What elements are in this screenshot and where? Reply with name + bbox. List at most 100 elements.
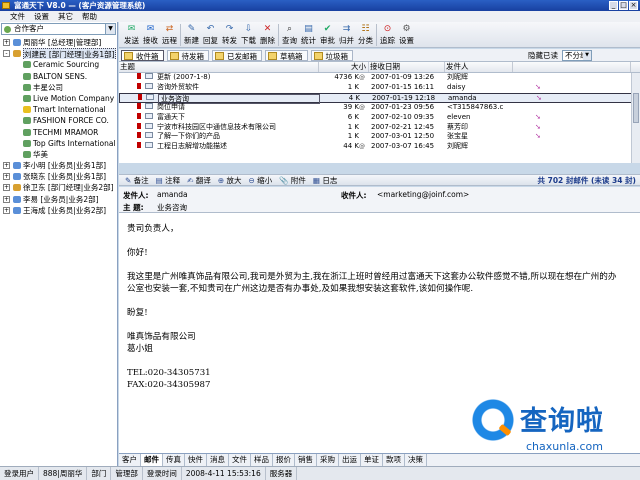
tree-node[interactable]: + 李小明 [业务员|业务1部] — [1, 160, 117, 171]
toolbar-button-2[interactable]: ⇄ 远程 — [160, 22, 179, 48]
toolbar-button-3[interactable]: ✎ 新建 — [182, 22, 201, 48]
toolbar-button-9[interactable]: ▤ 统计 — [299, 22, 318, 48]
tree-node[interactable]: TECHMI MRAMOR — [1, 127, 117, 138]
message-tool-5[interactable]: 📎 附件 — [279, 175, 306, 185]
toolbar-button-1[interactable]: ✉ 接收 — [141, 22, 160, 48]
module-tab[interactable]: 样品 — [251, 454, 273, 466]
expand-icon[interactable]: + — [3, 39, 10, 46]
tree-node[interactable]: + 张晓东 [业务员|业务1部] — [1, 171, 117, 182]
folder-tab[interactable]: 收件箱 — [121, 50, 164, 61]
table-row[interactable]: 了解一下你们的产品 1 K 2007-03-01 12:50 张宝星 ➘ — [119, 132, 640, 142]
folder-tab[interactable]: 待发箱 — [166, 50, 209, 61]
column-sender[interactable]: 发件人 — [445, 62, 513, 72]
message-tool-2[interactable]: ✍ 翻译 — [187, 175, 211, 185]
to-value[interactable]: <marketing@joinf.com> — [377, 190, 469, 199]
tree-node[interactable]: 华美 — [1, 149, 117, 160]
toolbar-button-4[interactable]: ↶ 回复 — [201, 22, 220, 48]
minimize-button[interactable]: _ — [609, 1, 618, 10]
maximize-button[interactable]: □ — [619, 1, 628, 10]
column-subject[interactable]: 主题 — [119, 62, 319, 72]
module-tab[interactable]: 单证 — [361, 454, 383, 466]
menu-settings[interactable]: 设置 — [34, 11, 49, 22]
column-size[interactable]: 大小 — [319, 62, 369, 72]
toolbar-button-12[interactable]: ☷ 分类 — [356, 22, 375, 48]
tree-node-label: Live Motion Company — [33, 93, 115, 103]
table-row[interactable]: 更新 (2007-1-8) @4736 K 2007-01-09 13:26 刘昵辉 — [119, 73, 640, 83]
message-tool-4[interactable]: ⊖ 缩小 — [249, 175, 273, 185]
folder-tab[interactable]: 垃圾箱 — [310, 50, 353, 61]
tree-node[interactable]: + 王海成 [业务员|业务2部] — [1, 205, 117, 216]
collapse-icon[interactable]: - — [3, 50, 10, 58]
module-tab[interactable]: 传真 — [163, 454, 185, 466]
toolbar-button-8[interactable]: ⌕ 查询 — [280, 22, 299, 48]
toolbar-button-11[interactable]: ⇉ 归并 — [337, 22, 356, 48]
message-tool-1[interactable]: ▤ 注释 — [156, 175, 180, 185]
close-button[interactable]: × — [629, 1, 638, 10]
mail-list-scrollbar[interactable] — [631, 73, 640, 163]
toolbar-button-0[interactable]: ✉ 发送 — [122, 22, 141, 48]
tree-node[interactable]: 丰星公司 — [1, 82, 117, 93]
toolbar-button-13[interactable]: ⊙ 追踪 — [378, 22, 397, 48]
tree-node[interactable]: Ceramic Sourcing — [1, 59, 117, 70]
table-row[interactable]: 岗位申请 @39 K 2007-01-23 09:56 <T315847863.c — [119, 102, 640, 113]
tree-node[interactable]: + 周丽华 [总经理|管理部] — [1, 37, 117, 48]
customer-icon — [23, 150, 31, 158]
customer-icon — [23, 139, 31, 147]
toolbar-button-10[interactable]: ✔ 审批 — [318, 22, 337, 48]
tree-node[interactable]: FASHION FORCE CO. — [1, 115, 117, 126]
group-select[interactable]: 不分组 ▼ — [562, 50, 592, 61]
cell-date: 2007-03-07 16:45 — [371, 142, 435, 151]
chevron-down-icon[interactable]: ▼ — [583, 51, 591, 60]
scrollbar-thumb[interactable] — [633, 93, 639, 123]
folder-tab[interactable]: 草稿箱 — [265, 50, 308, 61]
tree-node[interactable]: + 徐卫东 [部门经理|业务2部] — [1, 182, 117, 193]
folder-tab[interactable]: 已发邮箱 — [212, 50, 262, 61]
column-date[interactable]: 接收日期 — [369, 62, 445, 72]
module-tab[interactable]: 快件 — [185, 454, 207, 466]
tree-node[interactable]: + 李易 [业务员|业务2部] — [1, 194, 117, 205]
module-tab[interactable]: 决策 — [405, 454, 427, 466]
menu-other[interactable]: 其它 — [58, 11, 73, 22]
module-tab[interactable]: 文件 — [229, 454, 251, 466]
table-row[interactable]: 工程日志解增功能描述 @44 K 2007-03-07 16:45 刘昵辉 — [119, 142, 640, 152]
reply-arrow-icon: ➘ — [535, 122, 541, 131]
module-tab[interactable]: 出运 — [339, 454, 361, 466]
toolbar-button-14[interactable]: ⚙ 设置 — [397, 22, 416, 48]
module-tab[interactable]: 客户 — [119, 454, 141, 466]
module-tab[interactable]: 邮件 — [141, 454, 163, 466]
tree-node[interactable]: Top Gifts International — [1, 138, 117, 149]
priority-flag-icon — [137, 112, 141, 119]
expand-icon[interactable]: + — [3, 162, 10, 170]
expand-icon[interactable]: + — [3, 173, 10, 181]
expand-icon[interactable]: + — [3, 195, 10, 203]
expand-icon[interactable]: + — [3, 184, 10, 192]
table-row[interactable]: 咨询外贸软件 1 K 2007-01-15 16:11 daisy ➘ — [119, 82, 640, 93]
tree-node[interactable]: Tmart International — [1, 104, 117, 115]
menu-file[interactable]: 文件 — [10, 11, 25, 22]
message-tool-6[interactable]: ▦ 日志 — [313, 175, 337, 185]
from-value[interactable]: amanda — [157, 190, 188, 199]
customer-type-select[interactable]: 合作客户 ▼ — [1, 23, 116, 35]
tree-node[interactable]: BALTON SENS. — [1, 71, 117, 82]
menu-help[interactable]: 帮助 — [82, 11, 97, 22]
expand-icon[interactable]: + — [3, 206, 10, 214]
chevron-down-icon[interactable]: ▼ — [105, 24, 115, 34]
tree-node[interactable]: - 刘建民 [部门经理|业务1部] — [1, 48, 117, 60]
toolbar-button-5[interactable]: ↷ 转发 — [220, 22, 239, 48]
table-row[interactable]: 富通天下 6 K 2007-02-10 09:35 eleven ➘ — [119, 112, 640, 123]
module-tab[interactable]: 报价 — [273, 454, 295, 466]
module-tab[interactable]: 消息 — [207, 454, 229, 466]
toolbar-button-7[interactable]: ✕ 删除 — [258, 22, 277, 48]
cell-size: 1 K — [347, 82, 359, 91]
module-tab[interactable]: 采购 — [317, 454, 339, 466]
table-row[interactable]: 宁波市科技园区中通信息技术有限公司 1 K 2007-02-21 12:45 蔡芳印 ➘ — [119, 122, 640, 133]
customer-icon — [23, 83, 31, 91]
tree-node[interactable]: Live Motion Company — [1, 93, 117, 104]
message-tool-3[interactable]: ⊕ 放大 — [218, 175, 242, 185]
table-row[interactable]: 业务咨询 4 K 2007-01-19 12:18 amanda ➘ — [119, 92, 640, 104]
message-tool-0[interactable]: ✎ 备注 — [125, 175, 149, 185]
module-tab[interactable]: 销售 — [295, 454, 317, 466]
toolbar-button-6[interactable]: ⇩ 下载 — [239, 22, 258, 48]
module-tab[interactable]: 款项 — [383, 454, 405, 466]
left-pane: 合作客户 ▼ + 周丽华 [总经理|管理部] - 刘建民 [部门经理|业务1部] Cer… — [0, 22, 118, 466]
